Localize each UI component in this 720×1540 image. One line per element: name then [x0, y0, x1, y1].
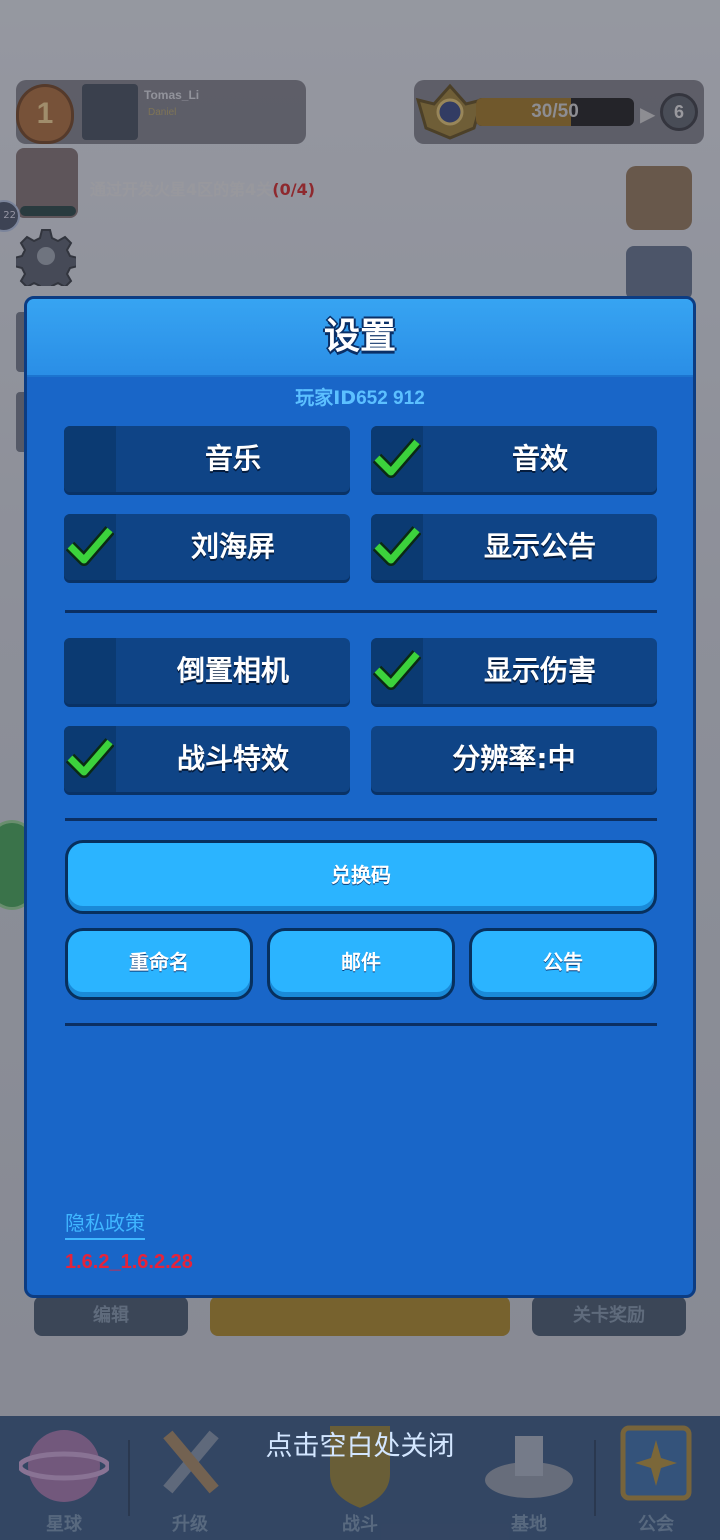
divider: [65, 818, 657, 821]
checkmark-icon: [373, 526, 421, 566]
player-id-value: 652 912: [356, 388, 425, 409]
option-label: 战斗特效: [176, 742, 289, 775]
dialog-title: 设置: [323, 316, 396, 357]
player-id-label: 玩家ID: [295, 387, 357, 409]
option-sound-effects[interactable]: 音效: [371, 426, 657, 492]
option-label: 显示伤害: [483, 654, 596, 687]
resolution-button[interactable]: 分辨率:中: [371, 726, 657, 792]
option-label: 倒置相机: [176, 654, 289, 687]
option-battle-effects[interactable]: 战斗特效: [64, 726, 350, 792]
checkmark-icon: [373, 650, 421, 690]
close-hint: 点击空白处关闭: [265, 1431, 455, 1462]
checkmark-icon: [66, 738, 114, 778]
option-notch-screen[interactable]: 刘海屏: [64, 514, 350, 580]
notice-button[interactable]: 公告: [469, 928, 657, 1000]
option-label: 显示公告: [483, 530, 596, 563]
mail-button[interactable]: 邮件: [267, 928, 455, 1000]
option-label: 音效: [511, 442, 568, 475]
option-label: 刘海屏: [190, 530, 275, 563]
divider: [65, 1023, 657, 1026]
resolution-label: 分辨率:中: [452, 742, 576, 775]
version-text: 1.6.2_1.6.2.28: [65, 1251, 193, 1273]
checkmark-icon: [373, 438, 421, 478]
privacy-policy-link[interactable]: 隐私政策: [65, 1207, 145, 1240]
checkmark-icon: [66, 526, 114, 566]
rename-button[interactable]: 重命名: [65, 928, 253, 1000]
option-show-notice[interactable]: 显示公告: [371, 514, 657, 580]
divider: [65, 610, 657, 613]
option-music[interactable]: 音乐: [64, 426, 350, 492]
checkbox[interactable]: [64, 426, 116, 492]
option-show-damage[interactable]: 显示伤害: [371, 638, 657, 704]
checkbox[interactable]: [64, 638, 116, 704]
option-label: 音乐: [204, 442, 261, 475]
redeem-code-button[interactable]: 兑换码: [65, 840, 657, 914]
settings-dialog: 设置 玩家ID652 912 音乐 音效 刘海屏 显示公告 倒置相机 显示伤害 …: [24, 296, 696, 1298]
player-id: 玩家ID652 912: [27, 383, 693, 410]
option-invert-camera[interactable]: 倒置相机: [64, 638, 350, 704]
